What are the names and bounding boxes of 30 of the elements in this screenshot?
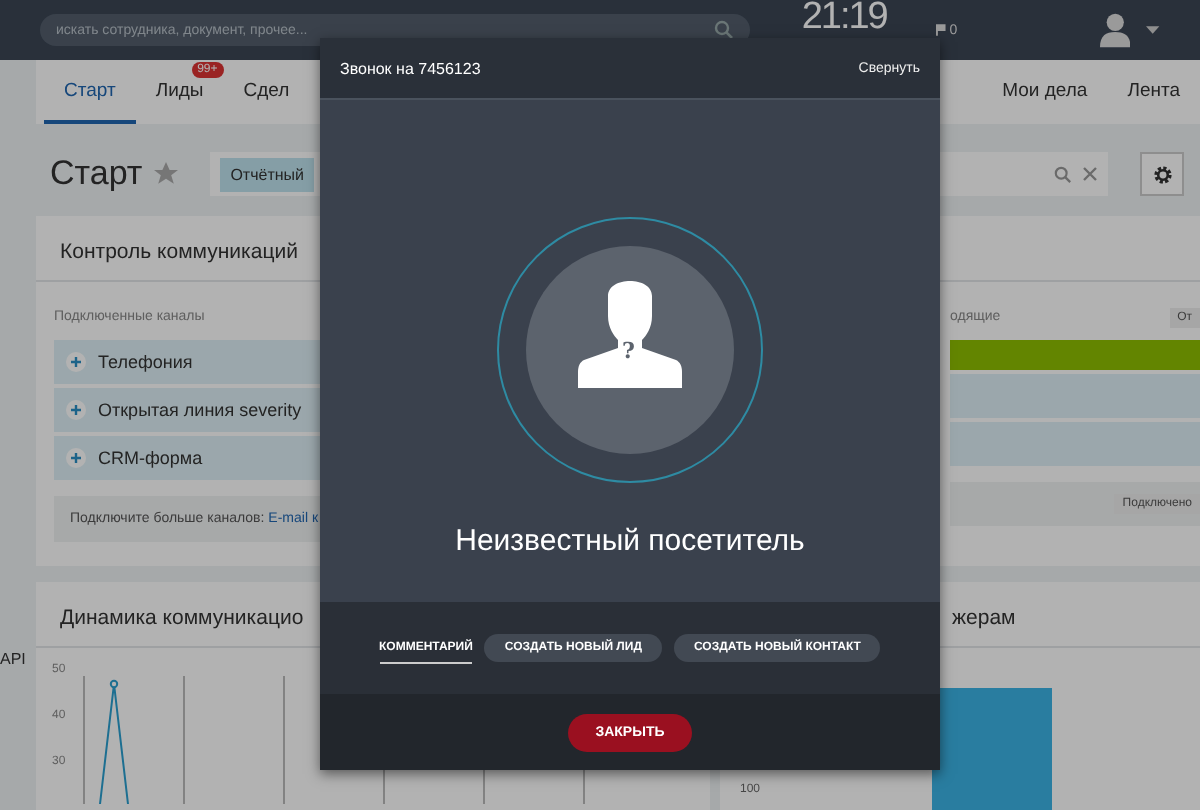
channel-name: Телефония: [98, 352, 193, 372]
search-icon[interactable]: [1054, 165, 1072, 183]
dialog-title: Звонок на 7456123: [340, 59, 481, 77]
plus-icon: [66, 352, 86, 372]
star-icon[interactable]: [154, 162, 179, 186]
caret-icon[interactable]: [1146, 26, 1160, 34]
panel-title: Динамика коммуникацио: [60, 606, 304, 630]
settings-icon: [1151, 163, 1173, 185]
chart-bar: [932, 688, 1052, 810]
settings-button[interactable]: [1140, 152, 1184, 196]
avatar-icon[interactable]: [1100, 12, 1131, 48]
plus-icon: [66, 448, 86, 468]
channel-name: CRM-форма: [98, 448, 203, 468]
flag-icon[interactable]: [936, 24, 946, 36]
side-label: API: [0, 650, 26, 668]
page-title: Старт: [50, 154, 143, 194]
clock: 21:19: [801, 0, 889, 36]
channel-name: Открытая линия severity: [98, 400, 302, 420]
nav-tab[interactable]: Мои дела: [982, 60, 1108, 124]
clear-icon[interactable]: [1082, 166, 1098, 182]
panel-title: Контроль коммуникаций: [60, 240, 298, 264]
panel-title: жерам: [952, 606, 1016, 630]
nav-tab[interactable]: Сдел: [223, 60, 310, 124]
plus-icon: [66, 400, 86, 420]
nav-tab[interactable]: Лента: [1107, 60, 1200, 124]
nav-tab[interactable]: Старт: [44, 60, 136, 124]
question-mark: ?: [622, 338, 635, 364]
unknown-person-icon: [496, 216, 764, 484]
search-icon: [713, 20, 734, 40]
filter-chip[interactable]: Отчётный: [220, 157, 315, 191]
